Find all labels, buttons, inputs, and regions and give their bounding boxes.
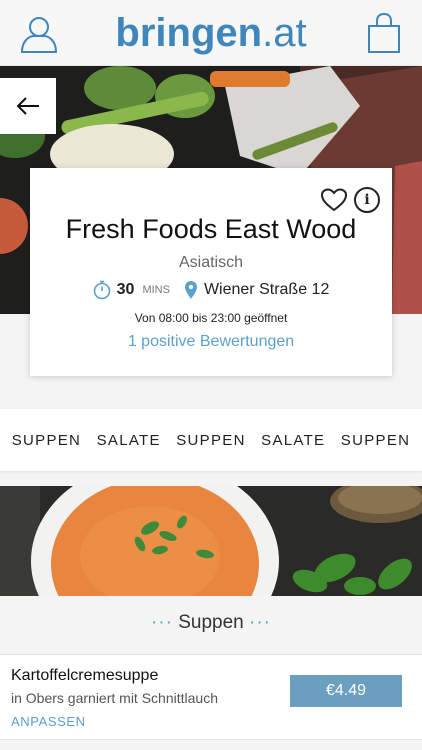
info-icon[interactable]: i — [354, 187, 380, 213]
back-button[interactable] — [0, 78, 56, 134]
category-tab-suppen[interactable]: SUPPEN — [341, 432, 411, 449]
shopping-bag-icon[interactable] — [366, 12, 402, 54]
location-pin-icon — [184, 281, 197, 299]
product-item[interactable]: Kartoffelcremesuppe in Obers garniert mi… — [0, 654, 422, 740]
section-title: Suppen — [178, 612, 244, 633]
section-dots-right: ··· — [249, 612, 272, 633]
category-tabs: SUPPEN SALATE SUPPEN SALATE SUPPEN — [0, 409, 422, 471]
category-tab-salate[interactable]: SALATE — [97, 432, 161, 449]
delivery-meta: 30 MINS Wiener Straße 12 — [30, 280, 392, 300]
opening-hours: Von 08:00 bis 23:00 geöffnet — [134, 311, 288, 325]
product-description: in Obers garniert mit Schnittlauch — [11, 690, 218, 706]
app-header: bringen.at — [0, 0, 422, 66]
brand-logo[interactable]: bringen.at — [0, 10, 422, 56]
heart-icon[interactable] — [320, 188, 348, 212]
delivery-time-unit: MINS — [142, 284, 170, 296]
customize-link[interactable]: ANPASSEN — [11, 714, 86, 729]
soup-section-image — [0, 486, 422, 596]
arrow-left-icon — [16, 97, 39, 115]
product-name: Kartoffelcremesuppe — [11, 667, 159, 684]
add-to-cart-price-button[interactable]: €4.49 — [290, 675, 402, 707]
delivery-time: 30 — [116, 281, 135, 298]
reviews-link[interactable]: 1 positive Bewertungen — [30, 333, 392, 351]
soup-photo — [0, 486, 422, 596]
restaurant-address: Wiener Straße 12 — [203, 281, 330, 298]
category-tab-suppen[interactable]: SUPPEN — [176, 432, 246, 449]
category-tab-suppen[interactable]: SUPPEN — [12, 432, 82, 449]
restaurant-name: Fresh Foods East Wood — [65, 214, 357, 244]
stopwatch-icon — [93, 280, 110, 300]
restaurant-info-card: i Fresh Foods East Wood Asiatisch 30 MINS… — [30, 168, 392, 376]
restaurant-cuisine: Asiatisch — [178, 254, 244, 271]
section-heading: ··· Suppen ··· — [0, 612, 422, 634]
category-tab-salate[interactable]: SALATE — [261, 432, 325, 449]
section-dots-left: ··· — [150, 612, 173, 633]
